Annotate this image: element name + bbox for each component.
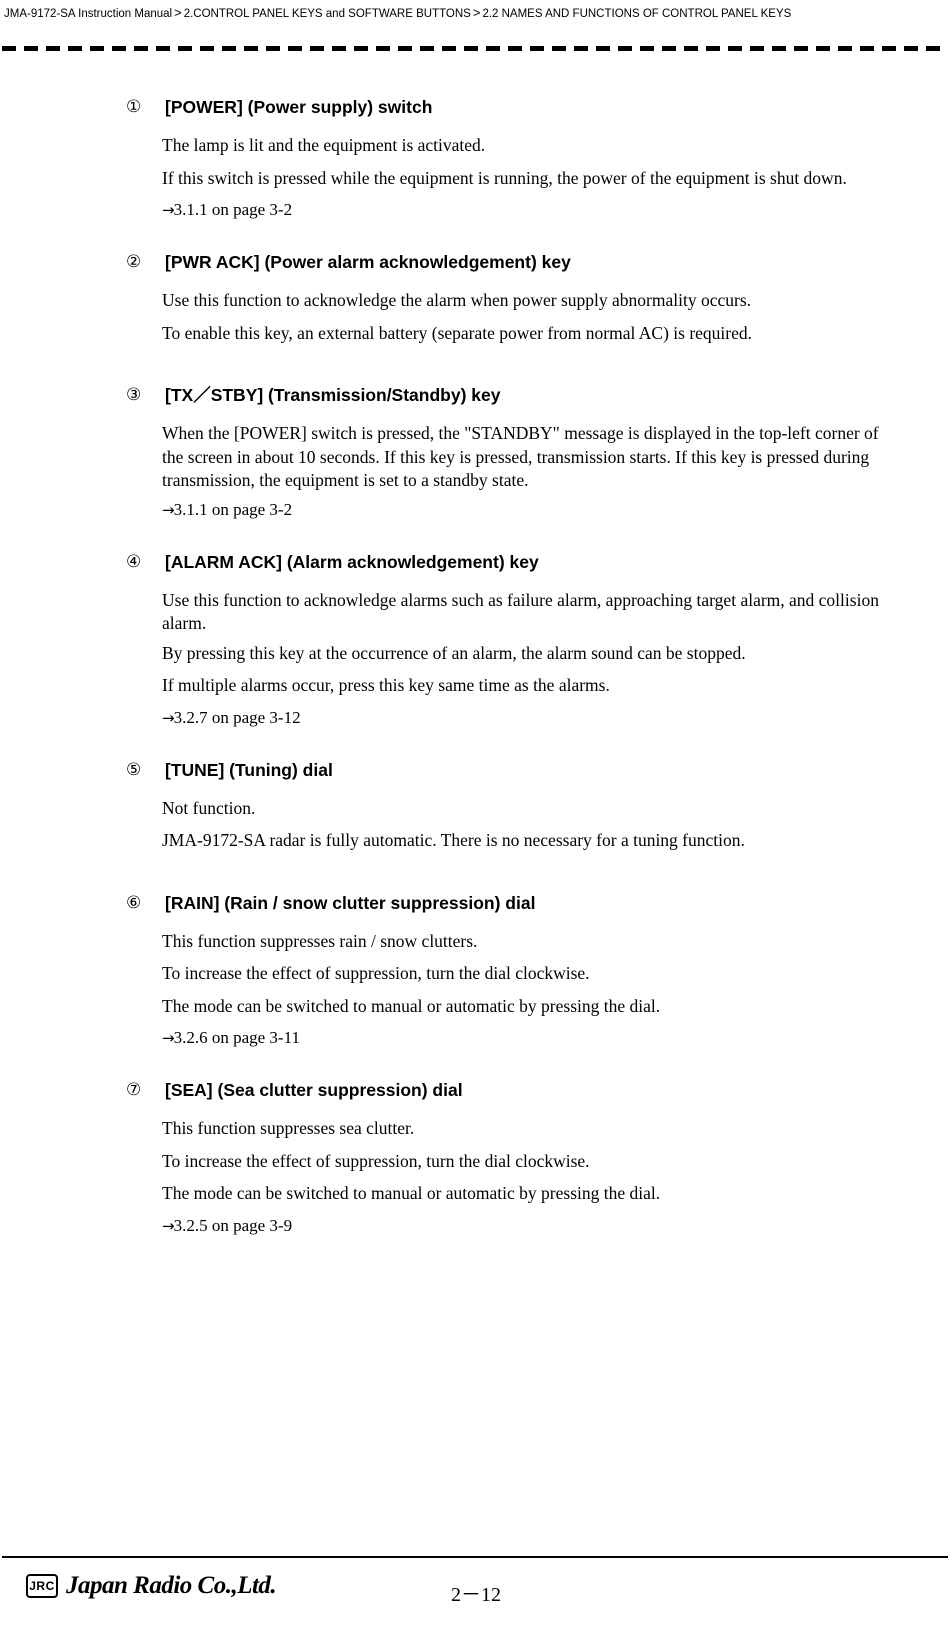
paragraph: The lamp is lit and the equipment is act… (162, 135, 486, 155)
section-title: [TX／STBY] (Transmission/Standby) key (165, 385, 501, 405)
cross-reference-label: 3.2.7 on page 3-12 (173, 707, 301, 727)
paragraph: By pressing this key at the occurrence o… (162, 642, 746, 663)
breadcrumb-item-manual: JMA-9172-SA Instruction Manual (4, 8, 173, 20)
cross-reference-label: 3.1.1 on page 3-2 (173, 200, 293, 219)
section-heading: ⑤ [TUNE] (Tuning) dial (0, 759, 952, 781)
header-divider (2, 46, 948, 51)
cross-reference-label: 3.1.1 on page 3-2 (173, 499, 293, 519)
right-arrow-icon: → (162, 500, 175, 519)
paragraph: The mode can be switched to manual or au… (162, 995, 661, 1016)
section-heading: ⑦ [SEA] (Sea clutter suppression) dial (0, 1079, 952, 1101)
section-tx-stby-key: ③ [TX／STBY] (Transmission/Standby) key W… (0, 384, 952, 521)
section-alarm-ack-key: ④ [ALARM ACK] (Alarm acknowledgement) ke… (0, 551, 952, 729)
section-number: ⑤ (126, 759, 142, 779)
section-number: ② (126, 252, 142, 271)
paragraph: When the [POWER] switch is pressed, the … (162, 423, 879, 490)
section-rain-dial: ⑥ [RAIN] (Rain / snow clutter suppressio… (0, 892, 952, 1050)
cross-reference-label: 3.2.5 on page 3-9 (173, 1215, 293, 1235)
paragraph: JMA-9172-SA radar is fully automatic. Th… (162, 830, 745, 850)
section-title: [ALARM ACK] (Alarm acknowledgement) key (165, 551, 539, 572)
cross-reference[interactable]: →3.2.5 on page 3-9 (0, 1215, 952, 1237)
right-arrow-icon: → (162, 1216, 175, 1235)
section-title: [POWER] (Power supply) switch (165, 97, 433, 117)
right-arrow-icon: → (162, 1029, 175, 1047)
paragraph: This function suppresses rain / snow clu… (162, 930, 478, 951)
footer-divider (2, 1556, 948, 1558)
paragraph: Use this function to acknowledge alarms … (162, 589, 879, 634)
page-footer: JRC Japan Radio Co.,Ltd. 2－12 (0, 1560, 952, 1640)
section-heading: ② [PWR ACK] (Power alarm acknowledgement… (0, 251, 952, 273)
breadcrumb-separator-2: > (472, 5, 481, 20)
breadcrumb: JMA-9172-SA Instruction Manual >2.CONTROL… (0, 0, 952, 23)
paragraph: If this switch is pressed while the equi… (162, 167, 847, 188)
section-tune-dial: ⑤ [TUNE] (Tuning) dial Not function. JMA… (0, 759, 952, 853)
right-arrow-icon: → (162, 201, 175, 219)
section-title: [SEA] (Sea clutter suppression) dial (165, 1080, 463, 1100)
section-number: ⑥ (126, 892, 142, 912)
paragraph: This function suppresses sea clutter. (162, 1118, 415, 1138)
section-number: ③ (126, 385, 142, 404)
cross-reference[interactable]: →3.2.7 on page 3-12 (0, 707, 952, 729)
right-arrow-icon: → (162, 708, 175, 727)
cross-reference[interactable]: →3.2.6 on page 3-11 (0, 1027, 952, 1049)
section-pwr-ack-key: ② [PWR ACK] (Power alarm acknowledgement… (0, 251, 952, 345)
cross-reference-label: 3.2.6 on page 3-11 (173, 1028, 300, 1047)
breadcrumb-item-section: 2.2 NAMES AND FUNCTIONS OF CONTROL PANEL… (482, 8, 792, 20)
paragraph: The mode can be switched to manual or au… (162, 1183, 661, 1203)
section-sea-dial: ⑦ [SEA] (Sea clutter suppression) dial T… (0, 1079, 952, 1237)
section-title: [TUNE] (Tuning) dial (165, 759, 333, 780)
section-title: [PWR ACK] (Power alarm acknowledgement) … (165, 252, 571, 272)
paragraph: Not function. (162, 797, 256, 818)
section-title: [RAIN] (Rain / snow clutter suppression)… (165, 892, 536, 913)
section-heading: ③ [TX／STBY] (Transmission/Standby) key (0, 384, 952, 406)
paragraph: To enable this key, an external battery … (162, 322, 752, 343)
cross-reference[interactable]: →3.1.1 on page 3-2 (0, 499, 952, 521)
paragraph: To increase the effect of suppression, t… (162, 963, 590, 983)
section-number: ⑦ (126, 1080, 142, 1099)
breadcrumb-separator: > (174, 5, 182, 20)
paragraph: Use this function to acknowledge the ala… (162, 290, 752, 310)
cross-reference[interactable]: →3.1.1 on page 3-2 (0, 199, 952, 221)
page-number: 2－12 (451, 1584, 501, 1606)
paragraph: If multiple alarms occur, press this key… (162, 675, 610, 695)
section-heading: ⑥ [RAIN] (Rain / snow clutter suppressio… (0, 892, 952, 914)
page-content: ① [POWER] (Power supply) switch The lamp… (0, 96, 952, 1237)
section-number: ① (126, 97, 142, 116)
section-heading: ④ [ALARM ACK] (Alarm acknowledgement) ke… (0, 551, 952, 573)
paragraph: To increase the effect of suppression, t… (162, 1150, 590, 1171)
breadcrumb-item-chapter: 2.CONTROL PANEL KEYS and SOFTWARE BUTTON… (183, 8, 471, 20)
section-power-switch: ① [POWER] (Power supply) switch The lamp… (0, 96, 952, 221)
section-number: ④ (126, 551, 142, 571)
section-heading: ① [POWER] (Power supply) switch (0, 96, 952, 118)
